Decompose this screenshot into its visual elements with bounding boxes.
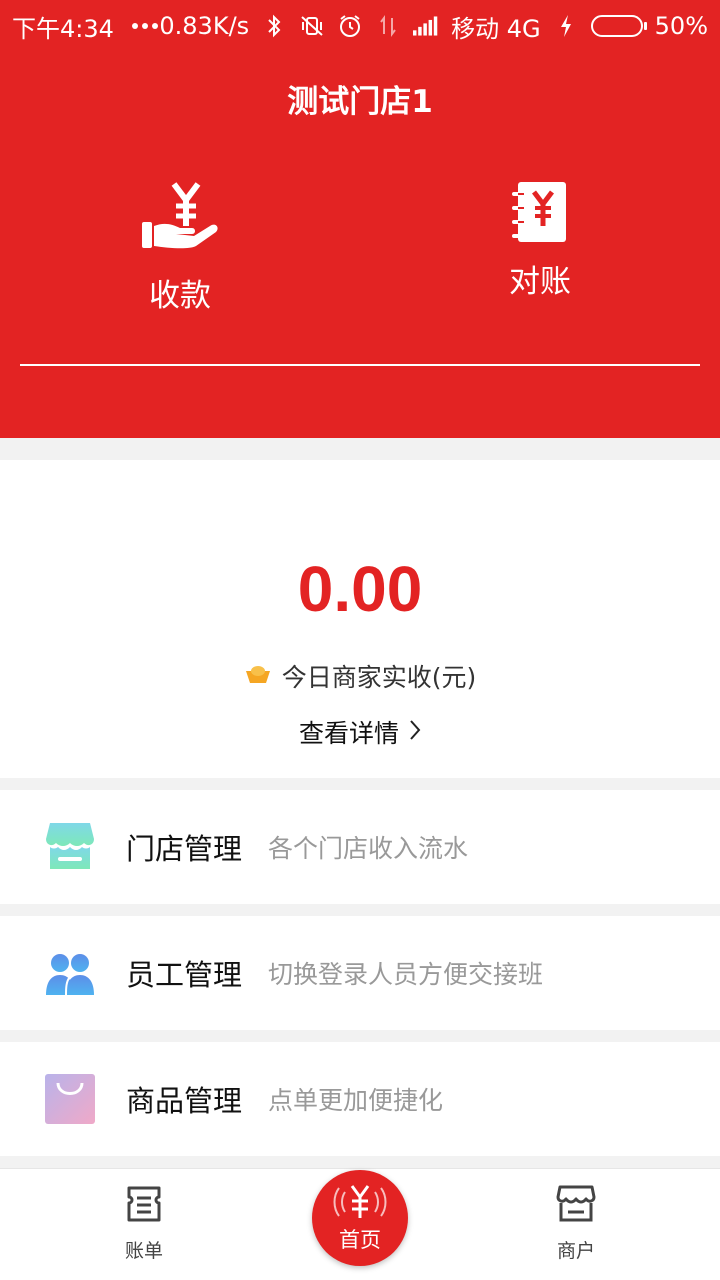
collect-payment-label: 收款 xyxy=(149,278,211,314)
store-title: 测试门店1 xyxy=(287,84,433,120)
battery-percent: 50% xyxy=(654,12,708,40)
menu-item-staff-management[interactable]: 员工管理 切换登录人员方便交接班 xyxy=(0,916,720,1030)
staff-management-title: 员工管理 xyxy=(126,958,243,992)
vibrate-off-icon xyxy=(299,13,325,39)
nav-merchant-label: 商户 xyxy=(556,1240,595,1262)
store-management-title: 门店管理 xyxy=(126,832,243,866)
nav-home-label: 首页 xyxy=(339,1228,381,1252)
staff-icon xyxy=(44,947,96,999)
gold-ingot-icon xyxy=(244,662,272,691)
signal-icon xyxy=(413,13,439,39)
nav-bill-label: 账单 xyxy=(124,1240,163,1262)
chevron-right-icon xyxy=(409,718,421,747)
bluetooth-icon xyxy=(261,13,287,39)
shopping-bag-icon xyxy=(44,1073,96,1125)
store-management-desc: 各个门店收入流水 xyxy=(268,834,469,863)
nav-home-button[interactable]: 首页 xyxy=(312,1170,408,1266)
income-label: 今日商家实收(元) xyxy=(281,663,477,692)
revenue-summary-card: 0.00 今日商家实收(元) 查看详情 xyxy=(0,460,720,778)
product-management-desc: 点单更加便捷化 xyxy=(268,1086,444,1115)
reconciliation-button[interactable]: 对账 xyxy=(460,180,620,301)
nav-merchant[interactable]: 商户 xyxy=(526,1185,626,1263)
merchant-store-icon xyxy=(556,1185,596,1228)
product-management-title: 商品管理 xyxy=(126,1084,243,1118)
staff-management-desc: 切换登录人员方便交接班 xyxy=(268,960,544,989)
view-details-label: 查看详情 xyxy=(298,719,399,748)
notebook-yuan-icon xyxy=(510,180,570,248)
header: 下午4:34 0.83K/s 移动 4G 50% 测试门店1 收款 对账 xyxy=(0,0,720,438)
battery-icon xyxy=(590,15,647,37)
status-time: 下午4:34 xyxy=(12,14,114,43)
menu-item-store-management[interactable]: 门店管理 各个门店收入流水 xyxy=(0,790,720,904)
reconciliation-label: 对账 xyxy=(509,264,571,300)
nav-bill[interactable]: 账单 xyxy=(94,1185,194,1263)
alarm-icon xyxy=(337,13,363,39)
today-amount: 0.00 xyxy=(297,553,423,625)
charging-icon xyxy=(553,13,579,39)
store-icon xyxy=(44,821,96,873)
yuan-wave-icon xyxy=(325,1182,395,1226)
status-bar: 下午4:34 0.83K/s 移动 4G 50% xyxy=(0,0,720,52)
view-details-link[interactable]: 查看详情 xyxy=(0,714,720,750)
header-divider xyxy=(20,364,700,366)
collect-payment-button[interactable]: 收款 xyxy=(100,180,260,315)
data-transfer-icon xyxy=(375,13,401,39)
income-label-row: 今日商家实收(元) xyxy=(0,658,720,694)
hand-yuan-icon xyxy=(140,180,220,258)
bill-icon xyxy=(125,1185,163,1228)
network-speed: 0.83K/s xyxy=(159,12,250,40)
carrier: 移动 4G xyxy=(451,14,541,43)
menu-item-product-management[interactable]: 商品管理 点单更加便捷化 xyxy=(0,1042,720,1156)
more-dots-icon xyxy=(131,23,158,29)
